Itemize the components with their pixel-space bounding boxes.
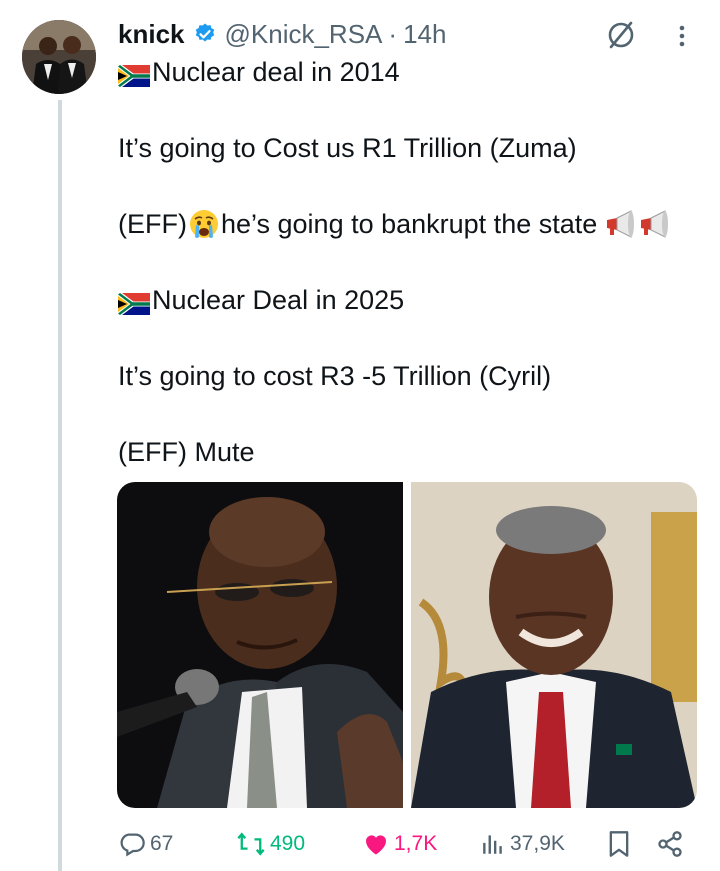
avatar-image: [22, 20, 96, 94]
views-count: 37,9K: [510, 832, 565, 855]
megaphone-icon: [607, 210, 635, 238]
tweet-text: Nuclear Deal in 2025: [152, 285, 405, 315]
verified-badge-icon: [193, 22, 217, 46]
avatar[interactable]: [22, 20, 96, 94]
tweet-line-6: (EFF) Mute: [118, 435, 255, 469]
tweet-text: (EFF): [118, 209, 187, 239]
action-bar: 67 490 1,7K 37,9K: [118, 826, 698, 862]
tweet-line-1: Nuclear deal in 2014: [118, 55, 400, 89]
tweet-time[interactable]: 14h: [403, 19, 446, 50]
author-handle[interactable]: @Knick_RSA: [225, 19, 383, 50]
tweet-text: Nuclear deal in 2014: [152, 57, 400, 87]
south-africa-flag-icon: [118, 289, 150, 315]
tweet-line-3: (EFF) he’s going to bankrupt the state: [118, 207, 671, 241]
tweet-text: It’s going to cost R3 -5 Trillion (Cyril…: [118, 361, 552, 391]
media-photo-left[interactable]: [117, 482, 403, 808]
views-button[interactable]: 37,9K: [480, 826, 565, 862]
tweet-text: It’s going to Cost us R1 Trillion (Zuma): [118, 133, 577, 163]
tweet-text: he’s going to bankrupt the state: [220, 209, 598, 239]
header-separator: ·: [388, 18, 398, 49]
reply-icon: [120, 833, 145, 857]
photo-cyril: [411, 482, 697, 808]
like-count: 1,7K: [394, 832, 438, 855]
grok-icon[interactable]: [604, 18, 638, 52]
bookmark-icon: [609, 831, 629, 857]
tweet-header: knick @Knick_RSA · 14h: [118, 14, 446, 54]
views-icon: [483, 835, 502, 854]
thread-line: [58, 100, 62, 871]
repost-count: 490: [270, 832, 306, 855]
south-africa-flag-icon: [118, 61, 150, 87]
heart-icon: [366, 835, 386, 855]
tweet-text: (EFF) Mute: [118, 437, 255, 467]
reply-button[interactable]: 67: [118, 826, 173, 862]
author-name[interactable]: knick: [118, 19, 185, 50]
tweet-line-4: Nuclear Deal in 2025: [118, 283, 404, 317]
megaphone-group: [603, 207, 671, 241]
repost-button[interactable]: 490: [236, 826, 305, 862]
media-grid: [117, 482, 697, 808]
like-button[interactable]: 1,7K: [362, 826, 437, 862]
more-icon[interactable]: [672, 20, 692, 52]
share-button[interactable]: [656, 826, 688, 862]
tweet-line-2: It’s going to Cost us R1 Trillion (Zuma): [118, 131, 577, 165]
megaphone-icon: [641, 210, 669, 238]
bookmark-button[interactable]: [606, 826, 636, 862]
share-icon: [658, 831, 682, 857]
repost-icon: [237, 832, 265, 856]
reply-count: 67: [150, 832, 174, 855]
crying-face-icon: [187, 207, 221, 241]
tweet-line-5: It’s going to cost R3 -5 Trillion (Cyril…: [118, 359, 551, 393]
photo-zuma: [117, 482, 403, 808]
media-photo-right[interactable]: [411, 482, 697, 808]
